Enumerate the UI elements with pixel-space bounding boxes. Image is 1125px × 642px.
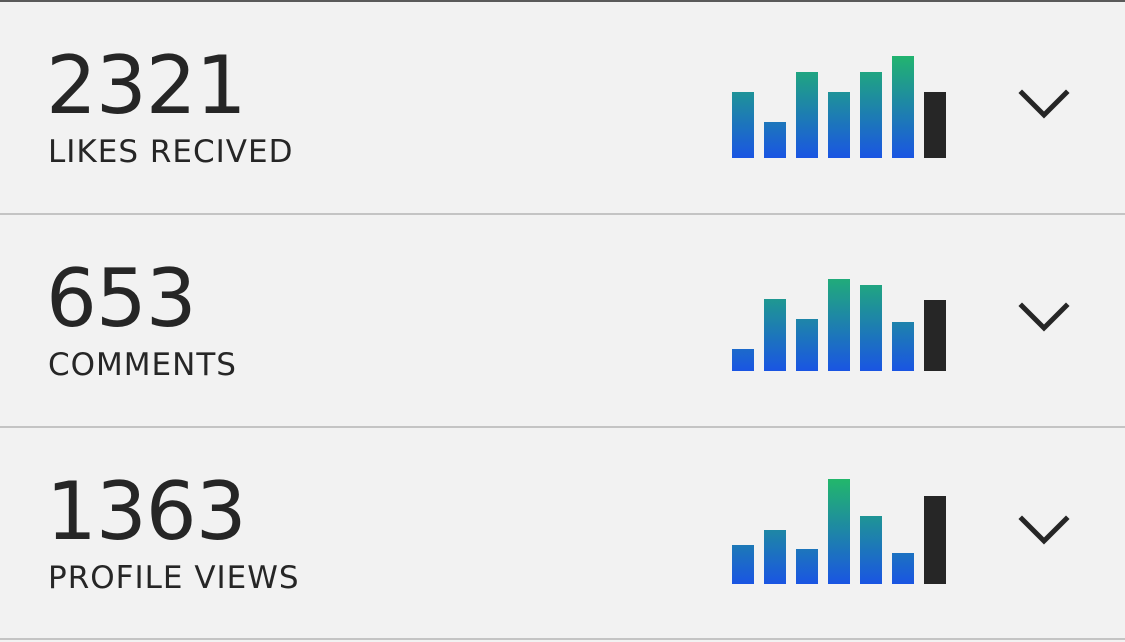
sparkline-bar	[860, 72, 882, 158]
stat-label: LIKES RECIVED	[48, 134, 294, 170]
sparkline-bar	[796, 72, 818, 158]
sparkline-chart	[732, 56, 946, 158]
stat-row-comments[interactable]: 653 COMMENTS	[0, 215, 1125, 428]
chevron-down-icon[interactable]	[1016, 298, 1072, 338]
sparkline-bar	[828, 92, 850, 158]
sparkline-bar	[796, 319, 818, 371]
sparkline-bar	[892, 553, 914, 584]
stats-list: 2321 LIKES RECIVED 653 COMMENTS 1363 PRO…	[0, 2, 1125, 640]
sparkline-bar	[892, 56, 914, 158]
sparkline-bar	[828, 279, 850, 371]
sparkline-current-bar	[924, 92, 946, 158]
sparkline-bar	[796, 549, 818, 584]
stat-label: COMMENTS	[48, 347, 237, 383]
stat-value: 1363	[46, 465, 247, 558]
sparkline-chart	[732, 479, 946, 584]
stat-value: 2321	[46, 39, 247, 132]
stat-row-profile-views[interactable]: 1363 PROFILE VIEWS	[0, 428, 1125, 640]
sparkline-bar	[764, 299, 786, 371]
stat-row-likes[interactable]: 2321 LIKES RECIVED	[0, 2, 1125, 215]
chevron-down-icon[interactable]	[1016, 85, 1072, 125]
stat-label: PROFILE VIEWS	[48, 560, 300, 596]
sparkline-bar	[764, 122, 786, 158]
sparkline-bar	[732, 349, 754, 371]
sparkline-bar	[764, 530, 786, 584]
sparkline-bar	[732, 92, 754, 158]
sparkline-current-bar	[924, 496, 946, 584]
sparkline-bar	[860, 285, 882, 371]
stat-value: 653	[46, 252, 197, 345]
sparkline-bar	[732, 545, 754, 584]
sparkline-current-bar	[924, 300, 946, 371]
sparkline-chart	[732, 279, 946, 371]
chevron-down-icon[interactable]	[1016, 511, 1072, 551]
sparkline-bar	[828, 479, 850, 584]
sparkline-bar	[892, 322, 914, 371]
sparkline-bar	[860, 516, 882, 584]
